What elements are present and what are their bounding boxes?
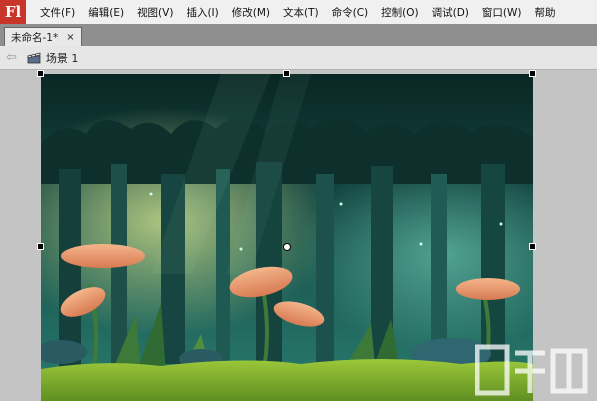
menu-help[interactable]: 帮助 [534, 5, 555, 20]
menu-window[interactable]: 窗口(W) [482, 5, 522, 20]
menu-bar: Fl 文件(F) 编辑(E) 视图(V) 插入(I) 修改(M) 文本(T) 命… [0, 0, 597, 24]
menu-debug[interactable]: 调试(D) [432, 5, 469, 20]
menu-view[interactable]: 视图(V) [137, 5, 173, 20]
transform-pivot-point[interactable] [283, 243, 291, 251]
flash-app-logo: Fl [0, 0, 26, 24]
watermark-logo [474, 343, 593, 399]
document-tab[interactable]: 未命名-1* × [4, 27, 82, 46]
back-arrow-icon[interactable]: ⇦ [6, 50, 17, 65]
menu-control[interactable]: 控制(O) [381, 5, 418, 20]
forest-scene-image [41, 74, 533, 401]
document-tab-bar: 未命名-1* × [0, 24, 597, 46]
menu-modify[interactable]: 修改(M) [232, 5, 270, 20]
menu-commands[interactable]: 命令(C) [332, 5, 369, 20]
resize-handle-top-left[interactable] [37, 70, 44, 77]
resize-handle-middle-right[interactable] [529, 243, 536, 250]
stage-canvas[interactable] [41, 74, 533, 401]
resize-handle-top-center[interactable] [283, 70, 290, 77]
menu-file[interactable]: 文件(F) [40, 5, 75, 20]
menu-edit[interactable]: 编辑(E) [88, 5, 124, 20]
menu-text[interactable]: 文本(T) [283, 5, 319, 20]
menu-insert[interactable]: 插入(I) [186, 5, 218, 20]
resize-handle-top-right[interactable] [529, 70, 536, 77]
close-icon[interactable]: × [66, 32, 74, 43]
scene-bar: ⇦ 场景 1 [0, 46, 597, 70]
document-tab-title: 未命名-1* [11, 31, 59, 44]
stage-area [0, 70, 597, 401]
scene-clapper-icon [27, 51, 41, 64]
scene-label[interactable]: 场景 1 [46, 50, 79, 66]
resize-handle-middle-left[interactable] [37, 243, 44, 250]
menu-items: 文件(F) 编辑(E) 视图(V) 插入(I) 修改(M) 文本(T) 命令(C… [40, 5, 568, 20]
